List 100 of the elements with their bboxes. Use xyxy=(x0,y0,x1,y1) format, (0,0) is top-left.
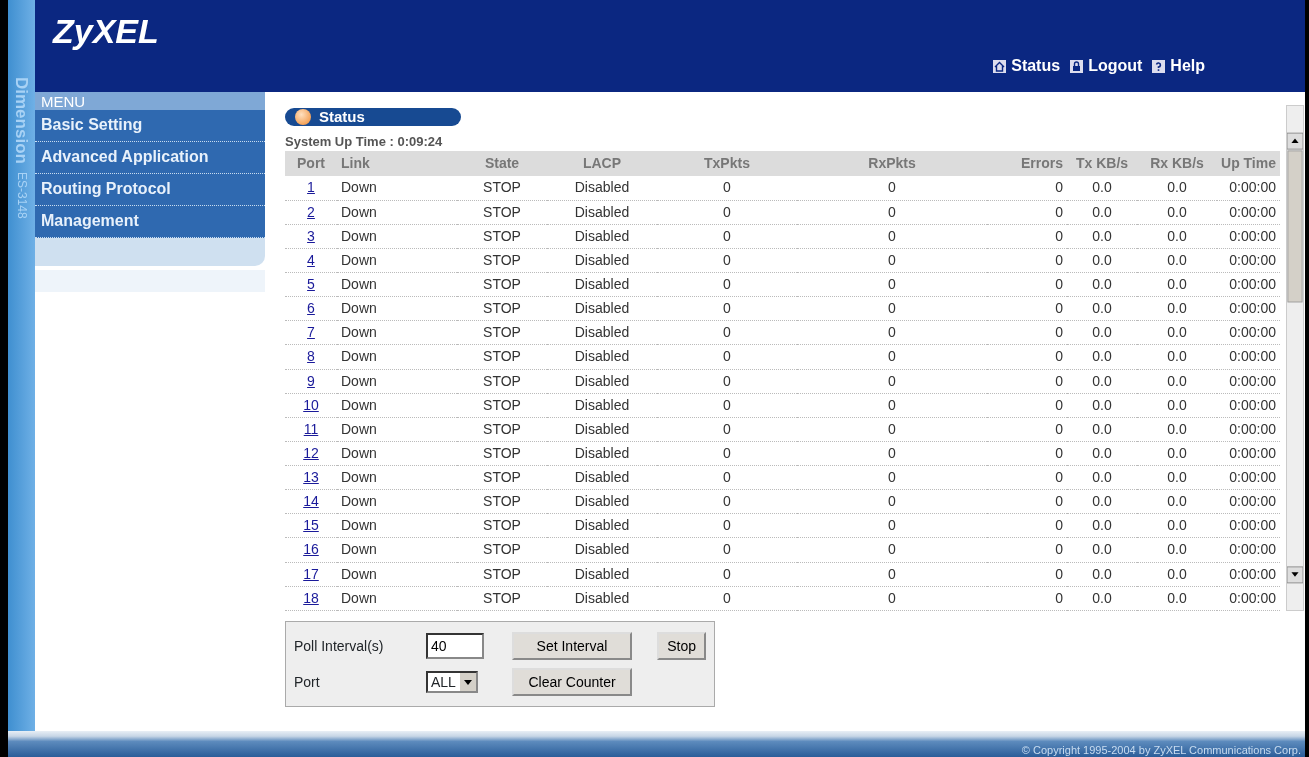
column-header: Rx KB/s xyxy=(1137,151,1217,176)
header-link[interactable]: Status xyxy=(993,54,1061,78)
table-cell: STOP xyxy=(457,369,547,394)
table-cell: STOP xyxy=(457,344,547,369)
home-icon xyxy=(993,59,1007,73)
port-link[interactable]: 8 xyxy=(307,348,315,365)
table-cell: Down xyxy=(337,369,457,394)
table-cell: 0 xyxy=(657,465,797,490)
table-cell: 0.0 xyxy=(1067,465,1137,490)
table-cell: 0.0 xyxy=(1137,441,1217,466)
menu-item[interactable]: Management xyxy=(35,206,265,238)
table-cell: STOP xyxy=(457,417,547,442)
port-link[interactable]: 18 xyxy=(303,589,319,606)
table-cell: Down xyxy=(337,344,457,369)
port-link[interactable]: 10 xyxy=(303,396,319,413)
port-link[interactable]: 9 xyxy=(307,372,315,389)
table-cell: STOP xyxy=(457,272,547,297)
column-header: LACP xyxy=(547,151,657,176)
table-cell: 0 xyxy=(987,272,1067,297)
table-cell: Down xyxy=(337,441,457,466)
clear-counter-button[interactable]: Clear Counter xyxy=(512,668,632,696)
table-cell: Disabled xyxy=(547,441,657,466)
set-interval-button[interactable]: Set Interval xyxy=(512,632,632,660)
table-cell: Disabled xyxy=(547,393,657,418)
table-cell: Down xyxy=(337,465,457,490)
port-link[interactable]: 2 xyxy=(307,203,315,220)
table-cell: STOP xyxy=(457,489,547,514)
table-cell: 0 xyxy=(987,200,1067,225)
table-cell: 0.0 xyxy=(1067,344,1137,369)
menu-item[interactable]: Basic Setting xyxy=(35,110,265,142)
table-cell: 0:00:00 xyxy=(1217,176,1280,201)
menu-item[interactable]: Routing Protocol xyxy=(35,174,265,206)
table-cell: STOP xyxy=(457,248,547,273)
table-cell: 0:00:00 xyxy=(1217,272,1280,297)
port-link[interactable]: 16 xyxy=(303,541,319,558)
table-cell: 0 xyxy=(797,417,987,442)
table-cell: 0 xyxy=(797,513,987,538)
port-link[interactable]: 13 xyxy=(303,469,319,486)
table-cell: 0.0 xyxy=(1137,562,1217,587)
table-cell: Disabled xyxy=(547,296,657,321)
table-cell: 0.0 xyxy=(1137,296,1217,321)
port-link[interactable]: 12 xyxy=(303,444,319,461)
table-cell: Disabled xyxy=(547,176,657,201)
table-cell: 0:00:00 xyxy=(1217,320,1280,345)
table-cell: 0 xyxy=(657,369,797,394)
table-cell: 0.0 xyxy=(1067,272,1137,297)
table-cell: 0.0 xyxy=(1067,586,1137,611)
table-cell: 0:00:00 xyxy=(1217,248,1280,273)
copyright-footer: © Copyright 1995-2004 by ZyXEL Communications Corp. xyxy=(8,731,1305,757)
table-cell: 0.0 xyxy=(1067,393,1137,418)
table-cell: STOP xyxy=(457,296,547,321)
port-link[interactable]: 7 xyxy=(307,324,315,341)
table-cell: 0.0 xyxy=(1137,200,1217,225)
table-cell: 0.0 xyxy=(1067,513,1137,538)
table-cell: Disabled xyxy=(547,586,657,611)
table-cell: 0 xyxy=(657,537,797,562)
model-label: ES-3148 xyxy=(14,171,30,219)
table-cell: STOP xyxy=(457,200,547,225)
table-cell: 0 xyxy=(987,296,1067,321)
menu-item[interactable]: Advanced Application xyxy=(35,142,265,174)
header-link[interactable]: Logout xyxy=(1070,54,1143,78)
table-cell: STOP xyxy=(457,562,547,587)
port-link[interactable]: 15 xyxy=(303,517,319,534)
table-cell: 0 xyxy=(797,489,987,514)
table-cell: 0.0 xyxy=(1137,417,1217,442)
port-dropdown[interactable]: ALL xyxy=(426,671,478,693)
table-cell: 0 xyxy=(987,248,1067,273)
scrollbar[interactable] xyxy=(1286,105,1304,611)
table-cell: 0.0 xyxy=(1067,537,1137,562)
table-cell: Down xyxy=(337,562,457,587)
table-cell: 0.0 xyxy=(1067,489,1137,514)
table-cell: STOP xyxy=(457,441,547,466)
table-cell: 0 xyxy=(797,320,987,345)
port-link[interactable]: 5 xyxy=(307,276,315,293)
column-header: State xyxy=(457,151,547,176)
header-link[interactable]: Help xyxy=(1152,54,1205,78)
port-link[interactable]: 17 xyxy=(303,565,319,582)
table-cell: 0 xyxy=(797,369,987,394)
stop-button[interactable]: Stop xyxy=(657,632,706,660)
table-cell: 0.0 xyxy=(1137,224,1217,249)
table-cell: STOP xyxy=(457,537,547,562)
port-link[interactable]: 1 xyxy=(307,179,315,196)
port-link[interactable]: 6 xyxy=(307,300,315,317)
column-header: Tx KB/s xyxy=(1067,151,1137,176)
table-cell: 0.0 xyxy=(1137,320,1217,345)
table-cell: 0 xyxy=(797,224,987,249)
port-link[interactable]: 3 xyxy=(307,227,315,244)
port-link[interactable]: 14 xyxy=(303,493,319,510)
port-link[interactable]: 4 xyxy=(307,251,315,268)
table-cell: 0:00:00 xyxy=(1217,537,1280,562)
port-link[interactable]: 11 xyxy=(303,420,319,437)
table-cell: Disabled xyxy=(547,272,657,297)
table-cell: Disabled xyxy=(547,369,657,394)
table-cell: 0 xyxy=(657,417,797,442)
table-cell: 0.0 xyxy=(1137,344,1217,369)
table-cell: STOP xyxy=(457,513,547,538)
table-cell: Disabled xyxy=(547,489,657,514)
poll-interval-field[interactable]: 40 xyxy=(426,633,484,659)
menu-title: MENU xyxy=(35,92,265,110)
table-cell: Disabled xyxy=(547,344,657,369)
